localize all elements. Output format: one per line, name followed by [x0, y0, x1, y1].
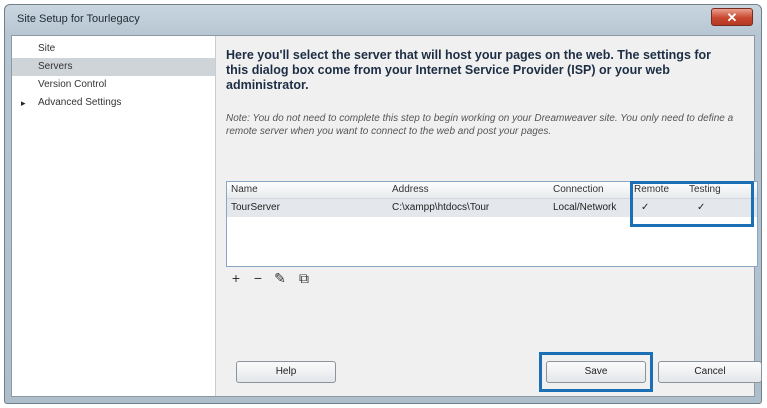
intro-text: Here you'll select the server that will … [226, 48, 712, 92]
sidebar-item-site[interactable]: Site [12, 40, 215, 58]
category-sidebar: Site Servers Version Control ▸ Advanced … [12, 36, 216, 396]
pencil-icon: ✎ [274, 270, 286, 286]
sidebar-item-servers[interactable]: Servers [12, 58, 215, 76]
server-toolbar: + − ✎ ⧉ [226, 270, 346, 286]
close-icon: ✕ [726, 10, 738, 25]
dialog-client: Site Servers Version Control ▸ Advanced … [11, 35, 762, 397]
server-connection-cell: Local/Network [553, 202, 617, 213]
note-text: Note: You do not need to complete this s… [226, 113, 734, 137]
sidebar-item-label: Servers [38, 61, 73, 72]
servers-panel: Here you'll select the server that will … [226, 36, 762, 396]
cancel-button[interactable]: Cancel [658, 361, 762, 383]
close-button[interactable]: ✕ [711, 8, 753, 26]
window-title: Site Setup for Tourlegacy [17, 13, 140, 25]
sidebar-item-advanced-settings[interactable]: ▸ Advanced Settings [12, 94, 215, 112]
save-highlight [539, 352, 653, 392]
sidebar-item-version-control[interactable]: Version Control [12, 76, 215, 94]
column-header-connection[interactable]: Connection [553, 184, 604, 195]
server-name-cell: TourServer [231, 202, 280, 213]
remove-server-button[interactable]: − [250, 270, 266, 286]
expand-arrow-icon[interactable]: ▸ [21, 94, 26, 112]
help-button[interactable]: Help [236, 361, 336, 383]
column-header-address[interactable]: Address [392, 184, 429, 195]
sidebar-item-label: Advanced Settings [38, 97, 122, 108]
edit-server-button[interactable]: ✎ [272, 270, 288, 286]
sidebar-item-label: Version Control [38, 79, 107, 90]
duplicate-server-button[interactable]: ⧉ [296, 270, 312, 286]
title-bar[interactable]: Site Setup for Tourlegacy ✕ [5, 5, 761, 35]
plus-icon: + [231, 270, 241, 286]
duplicate-icon: ⧉ [299, 270, 309, 286]
remote-testing-highlight [630, 181, 754, 227]
server-address-cell: C:\xampp\htdocs\Tour [392, 202, 490, 213]
column-header-name[interactable]: Name [231, 184, 258, 195]
add-server-button[interactable]: + [228, 270, 244, 286]
dialog-window: Site Setup for Tourlegacy ✕ Site Servers… [4, 4, 762, 404]
sidebar-item-label: Site [38, 43, 56, 54]
minus-icon: − [253, 270, 263, 286]
